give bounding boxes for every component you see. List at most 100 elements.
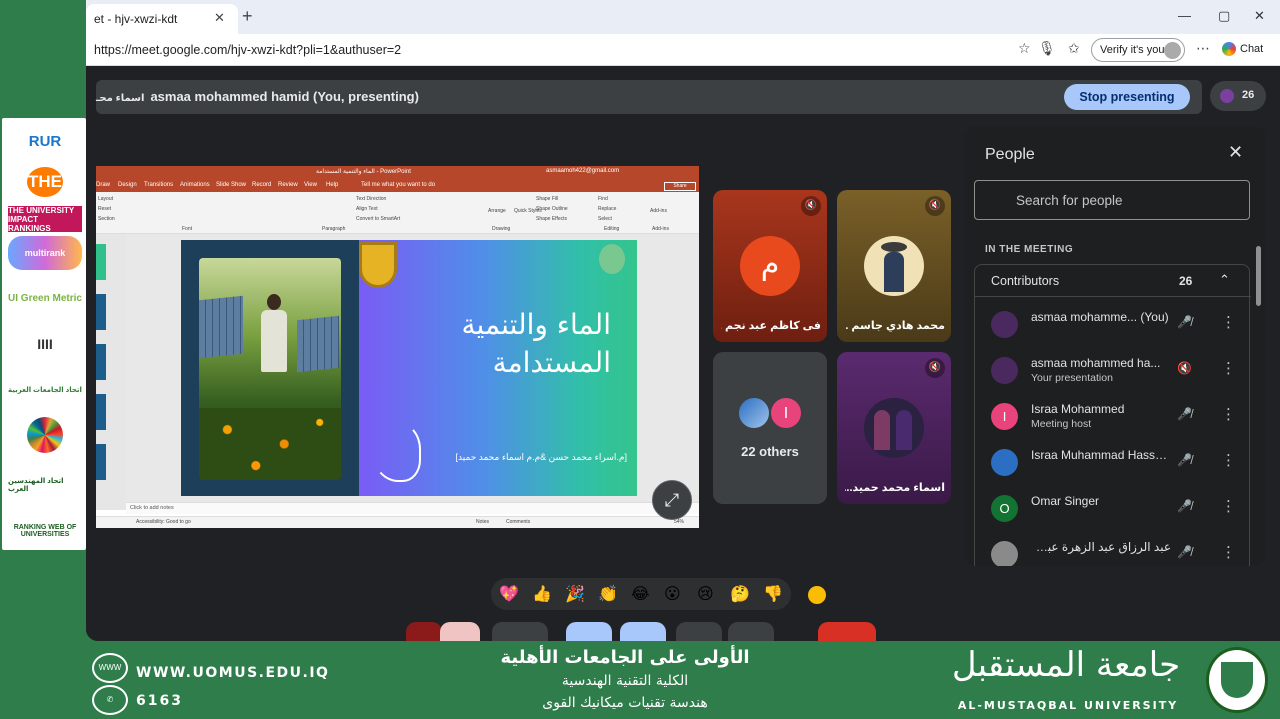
close-icon[interactable]: ✕ [214,10,225,26]
accessibility-status[interactable]: Accessibility: Good to go [136,519,191,525]
ppt-tellme[interactable]: Tell me what you want to do [361,182,435,188]
ribbon-item[interactable]: Section [98,216,115,222]
ribbon-item[interactable]: Reset [98,206,111,212]
others-tile[interactable]: I 22 others [713,352,827,504]
more-vert-icon[interactable]: ⋮ [1221,405,1236,423]
ribbon-item[interactable]: Shape Outline [536,206,568,212]
ppt-share-button[interactable]: Share [664,182,696,191]
ribbon-item[interactable]: Shape Effects [536,216,567,222]
verify-button[interactable]: Verify it's you [1091,38,1185,62]
list-item[interactable]: asmaa mohammed ha... Your presentation 🔇… [975,347,1251,393]
window-close-icon[interactable]: ✕ [1254,8,1265,24]
close-icon[interactable]: ✕ [1228,142,1243,163]
mic-off-icon: 🔇 [925,358,945,378]
ribbon-item[interactable]: Convert to SmartArt [356,216,400,222]
ribbon-item[interactable]: Shape Fill [536,196,558,202]
participant-tile[interactable]: 🔇 اسماء محمد حميد... [837,352,951,504]
copilot-chat-button[interactable]: Chat [1222,42,1263,56]
list-item[interactable]: Israa Muhammad Hassa... 🎤̸ ⋮ [975,439,1251,485]
participant-tile[interactable]: 🔇 م فى كاظم عبد نجم ... [713,190,827,342]
search-input[interactable] [974,180,1250,220]
surprised-reaction-icon[interactable]: 😮 [664,584,681,604]
zoom-level[interactable]: 54% [674,519,684,525]
more-vert-icon[interactable]: ⋮ [1221,451,1236,469]
ppt-tab[interactable]: Animations [180,182,210,188]
slide-thumbnail[interactable] [96,344,106,380]
laugh-reaction-icon[interactable]: 😂 [631,584,650,604]
skin-tone-icon[interactable] [808,586,826,604]
ppt-titlebar: الماء والتنمية المستدامة - PowerPoint as… [96,166,699,180]
more-vert-icon[interactable]: ⋮ [1221,313,1236,331]
clap-reaction-icon[interactable]: 👏 [598,584,618,604]
microphone-icon[interactable]: 🎙 [1038,40,1056,57]
slide-thumbnail[interactable] [96,244,106,280]
ribbon-item[interactable]: Arrange [488,208,506,214]
ribbon-item[interactable]: Layout [98,196,113,202]
university-footer: WWW ✆ WWW.UOMUS.EDU.IQ 6163 الأولى على ا… [0,641,1280,719]
leave-call-button[interactable] [818,622,876,641]
control-button[interactable] [440,622,480,641]
website-text: WWW.UOMUS.EDU.IQ [136,665,330,681]
ppt-tab[interactable]: Help [326,182,338,188]
current-slide[interactable]: الماء والتنمية المستدامة [م.اسراء محمد ح… [181,240,637,496]
favorites-icon[interactable]: ✩ [1068,40,1080,57]
notes-pane[interactable]: Click to add notes [126,502,699,514]
slide-thumbnail[interactable] [96,294,106,330]
mic-off-icon: 🎤̸ [1177,315,1192,329]
slide-thumbnail[interactable] [96,444,106,480]
new-tab-icon[interactable]: + [242,6,253,27]
heart-reaction-icon[interactable]: 💖 [499,584,519,604]
star-icon[interactable]: ☆ [1018,40,1031,57]
control-button[interactable] [566,622,612,641]
control-button[interactable] [728,622,774,641]
notes-toggle[interactable]: Notes [476,519,489,525]
stop-presenting-button[interactable]: Stop presenting [1064,84,1190,110]
ribbon-item[interactable]: Select [598,216,612,222]
ppt-tab[interactable]: Transitions [144,182,173,188]
ppt-tab[interactable]: Draw [96,182,110,188]
contributors-header[interactable]: Contributors 26 ⌃ [975,265,1251,297]
url-field[interactable]: https://meet.google.com/hjv-xwzi-kdt?pli… [86,38,1026,62]
participant-tile[interactable]: 🔇 محمد هادي جاسم ... [837,190,951,342]
ribbon-item[interactable]: Align Text [356,206,378,212]
avatar [991,449,1018,476]
list-item[interactable]: asmaa mohamme... (You) 🎤̸ ⋮ [975,301,1251,347]
minimize-icon[interactable]: — [1178,8,1191,23]
control-button[interactable] [620,622,666,641]
ppt-tab[interactable]: Design [118,182,137,188]
expand-icon[interactable]: ⤢ [652,480,692,520]
ppt-tab[interactable]: View [304,182,317,188]
participants-button[interactable]: 26 [1210,81,1266,111]
chevron-up-icon[interactable]: ⌃ [1219,272,1230,288]
ppt-tab[interactable]: Record [252,182,271,188]
more-vert-icon[interactable]: ⋮ [1221,497,1236,515]
maximize-icon[interactable]: ▢ [1218,8,1230,24]
more-menu-icon[interactable]: ⋯ [1196,40,1210,57]
ppt-tab[interactable]: Review [278,182,298,188]
list-item[interactable]: عبد الرزاق عبد الزهرة عبد الحسين... 🎤̸ ⋮ [975,531,1251,566]
ribbon-item[interactable]: Replace [598,206,616,212]
scrollbar[interactable] [1256,246,1261,306]
ribbon-item[interactable]: Find [598,196,608,202]
control-button[interactable] [406,622,442,641]
tab-title: et - hjv-xwzi-kdt [94,12,178,26]
ribbon-item[interactable]: Add-ins [650,208,667,214]
control-button[interactable] [676,622,722,641]
list-item[interactable]: I Israa Mohammed Meeting host 🎤̸ ⋮ [975,393,1251,439]
party-reaction-icon[interactable]: 🎉 [565,584,585,604]
rur-logo: RUR [28,132,62,150]
comments-toggle[interactable]: Comments [506,519,530,525]
avatar [991,357,1018,384]
control-button[interactable] [492,622,548,641]
thinking-reaction-icon[interactable]: 🤔 [730,584,750,604]
sad-reaction-icon[interactable]: 😢 [697,584,714,604]
thumbs-down-reaction-icon[interactable]: 👎 [763,584,783,604]
slide-thumbnail[interactable] [96,394,106,430]
ppt-tab[interactable]: Slide Show [216,182,246,188]
tab-meet[interactable]: et - hjv-xwzi-kdt ✕ [86,4,238,34]
ribbon-item[interactable]: Text Direction [356,196,386,202]
thumbs-up-reaction-icon[interactable]: 👍 [532,584,552,604]
more-vert-icon[interactable]: ⋮ [1221,359,1236,377]
more-vert-icon[interactable]: ⋮ [1221,543,1236,561]
list-item[interactable]: O Omar Singer 🎤̸ ⋮ [975,485,1251,531]
